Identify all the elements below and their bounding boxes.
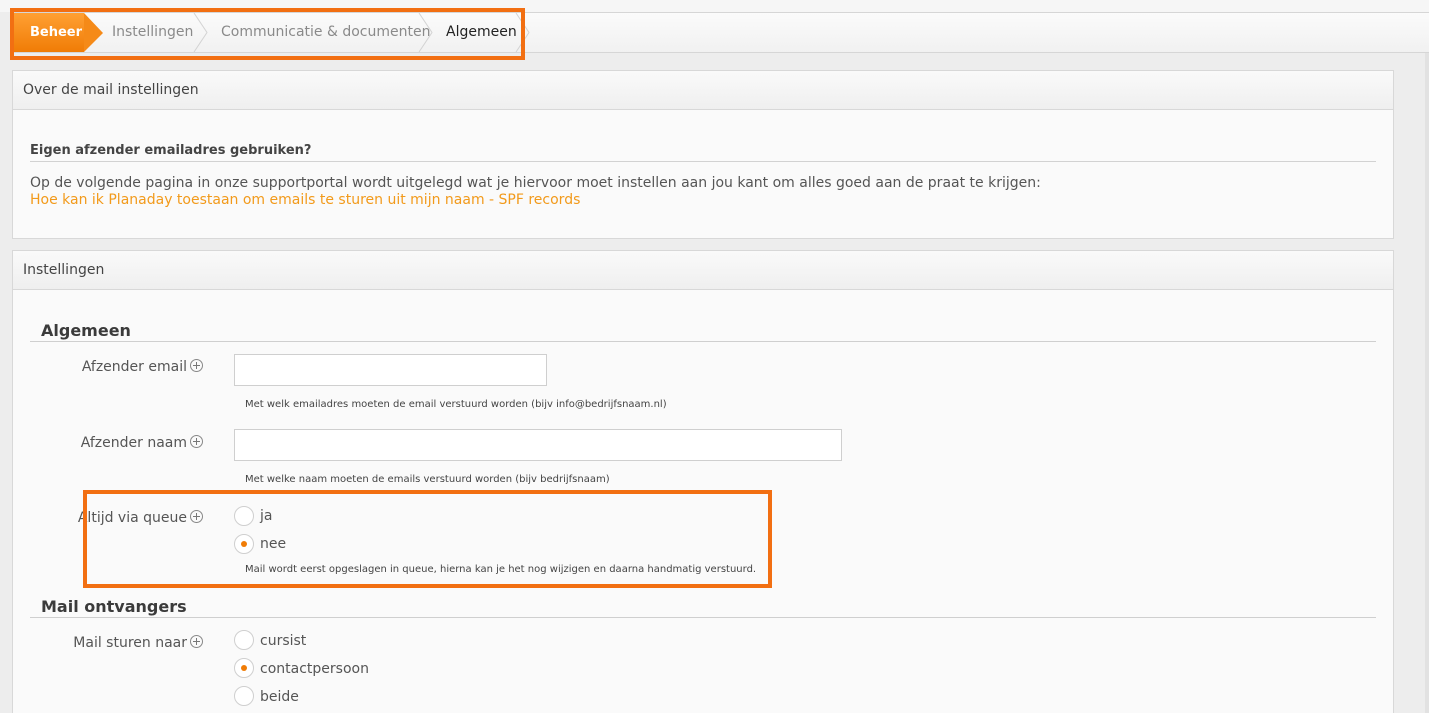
queue-radio-nee-label[interactable]: nee — [260, 536, 286, 552]
breadcrumb-item-algemeen[interactable]: Algemeen — [446, 13, 517, 52]
scrollbar-track[interactable] — [1425, 53, 1429, 713]
breadcrumb-item-communicatie[interactable]: Communicatie & documenten — [221, 13, 430, 52]
sender-email-hint: Met welk emailadres moeten de email vers… — [245, 399, 667, 410]
queue-radio-ja-label[interactable]: ja — [260, 508, 272, 524]
send-to-label: Mail sturen naar — [13, 635, 203, 651]
info-plus-icon[interactable] — [190, 435, 203, 448]
info-plus-icon[interactable] — [190, 510, 203, 523]
sender-name-input[interactable] — [234, 429, 842, 461]
chevron-right-icon — [515, 13, 530, 52]
send-to-radio-cursist-label[interactable]: cursist — [260, 633, 306, 649]
sender-email-label-text: Afzender email — [81, 359, 187, 375]
always-queue-label-text: Altijd via queue — [77, 510, 187, 526]
sender-name-label-text: Afzender naam — [80, 435, 187, 451]
settings-panel: Instellingen Algemeen Afzender email Met… — [12, 250, 1394, 713]
top-strip — [0, 0, 1429, 12]
settings-panel-title: Instellingen — [13, 251, 1393, 290]
chevron-right-icon — [193, 13, 208, 52]
section-title-mail-ontvangers: Mail ontvangers — [30, 597, 1376, 618]
support-description: Op de volgende pagina in onze supportpor… — [30, 175, 1041, 191]
info-plus-icon[interactable] — [190, 359, 203, 372]
breadcrumb-item-beheer[interactable]: Beheer — [10, 13, 84, 52]
sender-email-input[interactable] — [234, 354, 547, 386]
info-plus-icon[interactable] — [190, 635, 203, 648]
send-to-radio-beide[interactable] — [234, 686, 254, 706]
sender-email-label: Afzender email — [13, 359, 203, 375]
breadcrumb: Beheer Instellingen Communicatie & docum… — [10, 12, 1429, 53]
sender-name-hint: Met welke naam moeten de emails verstuur… — [245, 474, 610, 485]
mail-info-panel-title: Over de mail instellingen — [13, 71, 1393, 110]
send-to-radio-beide-label[interactable]: beide — [260, 689, 299, 705]
breadcrumb-home-arrow — [84, 13, 103, 52]
sender-question-heading: Eigen afzender emailadres gebruiken? — [30, 143, 1376, 162]
queue-radio-ja[interactable] — [234, 506, 254, 526]
chevron-right-icon — [418, 13, 433, 52]
breadcrumb-item-instellingen[interactable]: Instellingen — [112, 13, 193, 52]
sender-name-label: Afzender naam — [13, 435, 203, 451]
always-queue-hint: Mail wordt eerst opgeslagen in queue, hi… — [245, 564, 757, 575]
spf-records-link[interactable]: Hoe kan ik Planaday toestaan om emails t… — [30, 192, 580, 208]
always-queue-label: Altijd via queue — [13, 510, 203, 526]
mail-info-panel: Over de mail instellingen Eigen afzender… — [12, 70, 1394, 239]
section-title-algemeen: Algemeen — [30, 321, 1376, 342]
queue-radio-nee[interactable] — [234, 534, 254, 554]
send-to-label-text: Mail sturen naar — [73, 635, 187, 651]
send-to-radio-cursist[interactable] — [234, 630, 254, 650]
send-to-radio-contactpersoon[interactable] — [234, 658, 254, 678]
send-to-radio-contactpersoon-label[interactable]: contactpersoon — [260, 661, 369, 677]
